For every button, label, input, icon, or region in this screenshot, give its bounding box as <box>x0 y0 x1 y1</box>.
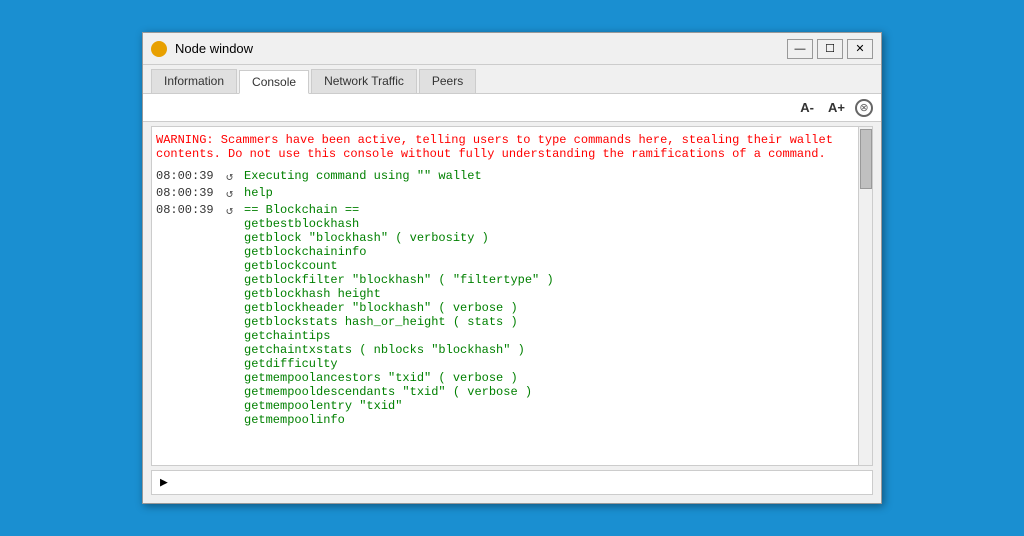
tab-bar: Information Console Network Traffic Peer… <box>143 65 881 94</box>
font-increase-button[interactable]: A+ <box>824 98 849 117</box>
titlebar: Node window — ☐ ✕ <box>143 33 881 65</box>
log-line-3: 08:00:39 ↺ == Blockchain == getbestblock… <box>156 203 854 427</box>
log-line-2: 08:00:39 ↺ help <box>156 186 854 201</box>
log-text-1: Executing command using "" wallet <box>244 169 482 183</box>
console-prompt: ▶ <box>160 475 168 490</box>
tab-information[interactable]: Information <box>151 69 237 93</box>
tab-console[interactable]: Console <box>239 70 309 94</box>
log-text-2: help <box>244 186 273 200</box>
warning-message: WARNING: Scammers have been active, tell… <box>156 131 854 163</box>
scrollbar-thumb[interactable] <box>860 129 872 189</box>
timestamp-1: 08:00:39 <box>156 169 226 183</box>
console-output: WARNING: Scammers have been active, tell… <box>152 127 858 465</box>
scrollbar-track[interactable] <box>858 127 872 465</box>
minimize-button[interactable]: — <box>787 39 813 59</box>
console-input[interactable] <box>172 476 864 490</box>
close-button[interactable]: ✕ <box>847 39 873 59</box>
log-icon-2: ↺ <box>226 186 244 201</box>
log-line-1: 08:00:39 ↺ Executing command using "" wa… <box>156 169 854 184</box>
node-window: Node window — ☐ ✕ Information Console Ne… <box>142 32 882 504</box>
tab-network-traffic[interactable]: Network Traffic <box>311 69 417 93</box>
window-title: Node window <box>175 41 787 56</box>
console-input-area[interactable]: ▶ <box>151 470 873 495</box>
tab-peers[interactable]: Peers <box>419 69 476 93</box>
font-decrease-button[interactable]: A- <box>796 98 818 117</box>
log-text-3: == Blockchain == getbestblockhash getblo… <box>244 203 554 427</box>
timestamp-3: 08:00:39 <box>156 203 226 217</box>
maximize-button[interactable]: ☐ <box>817 39 843 59</box>
close-console-button[interactable]: ⊗ <box>855 99 873 117</box>
console-area: WARNING: Scammers have been active, tell… <box>151 126 873 466</box>
log-icon-1: ↺ <box>226 169 244 184</box>
titlebar-controls: — ☐ ✕ <box>787 39 873 59</box>
log-icon-3: ↺ <box>226 203 244 218</box>
timestamp-2: 08:00:39 <box>156 186 226 200</box>
console-toolbar: A- A+ ⊗ <box>143 94 881 122</box>
window-icon <box>151 41 167 57</box>
